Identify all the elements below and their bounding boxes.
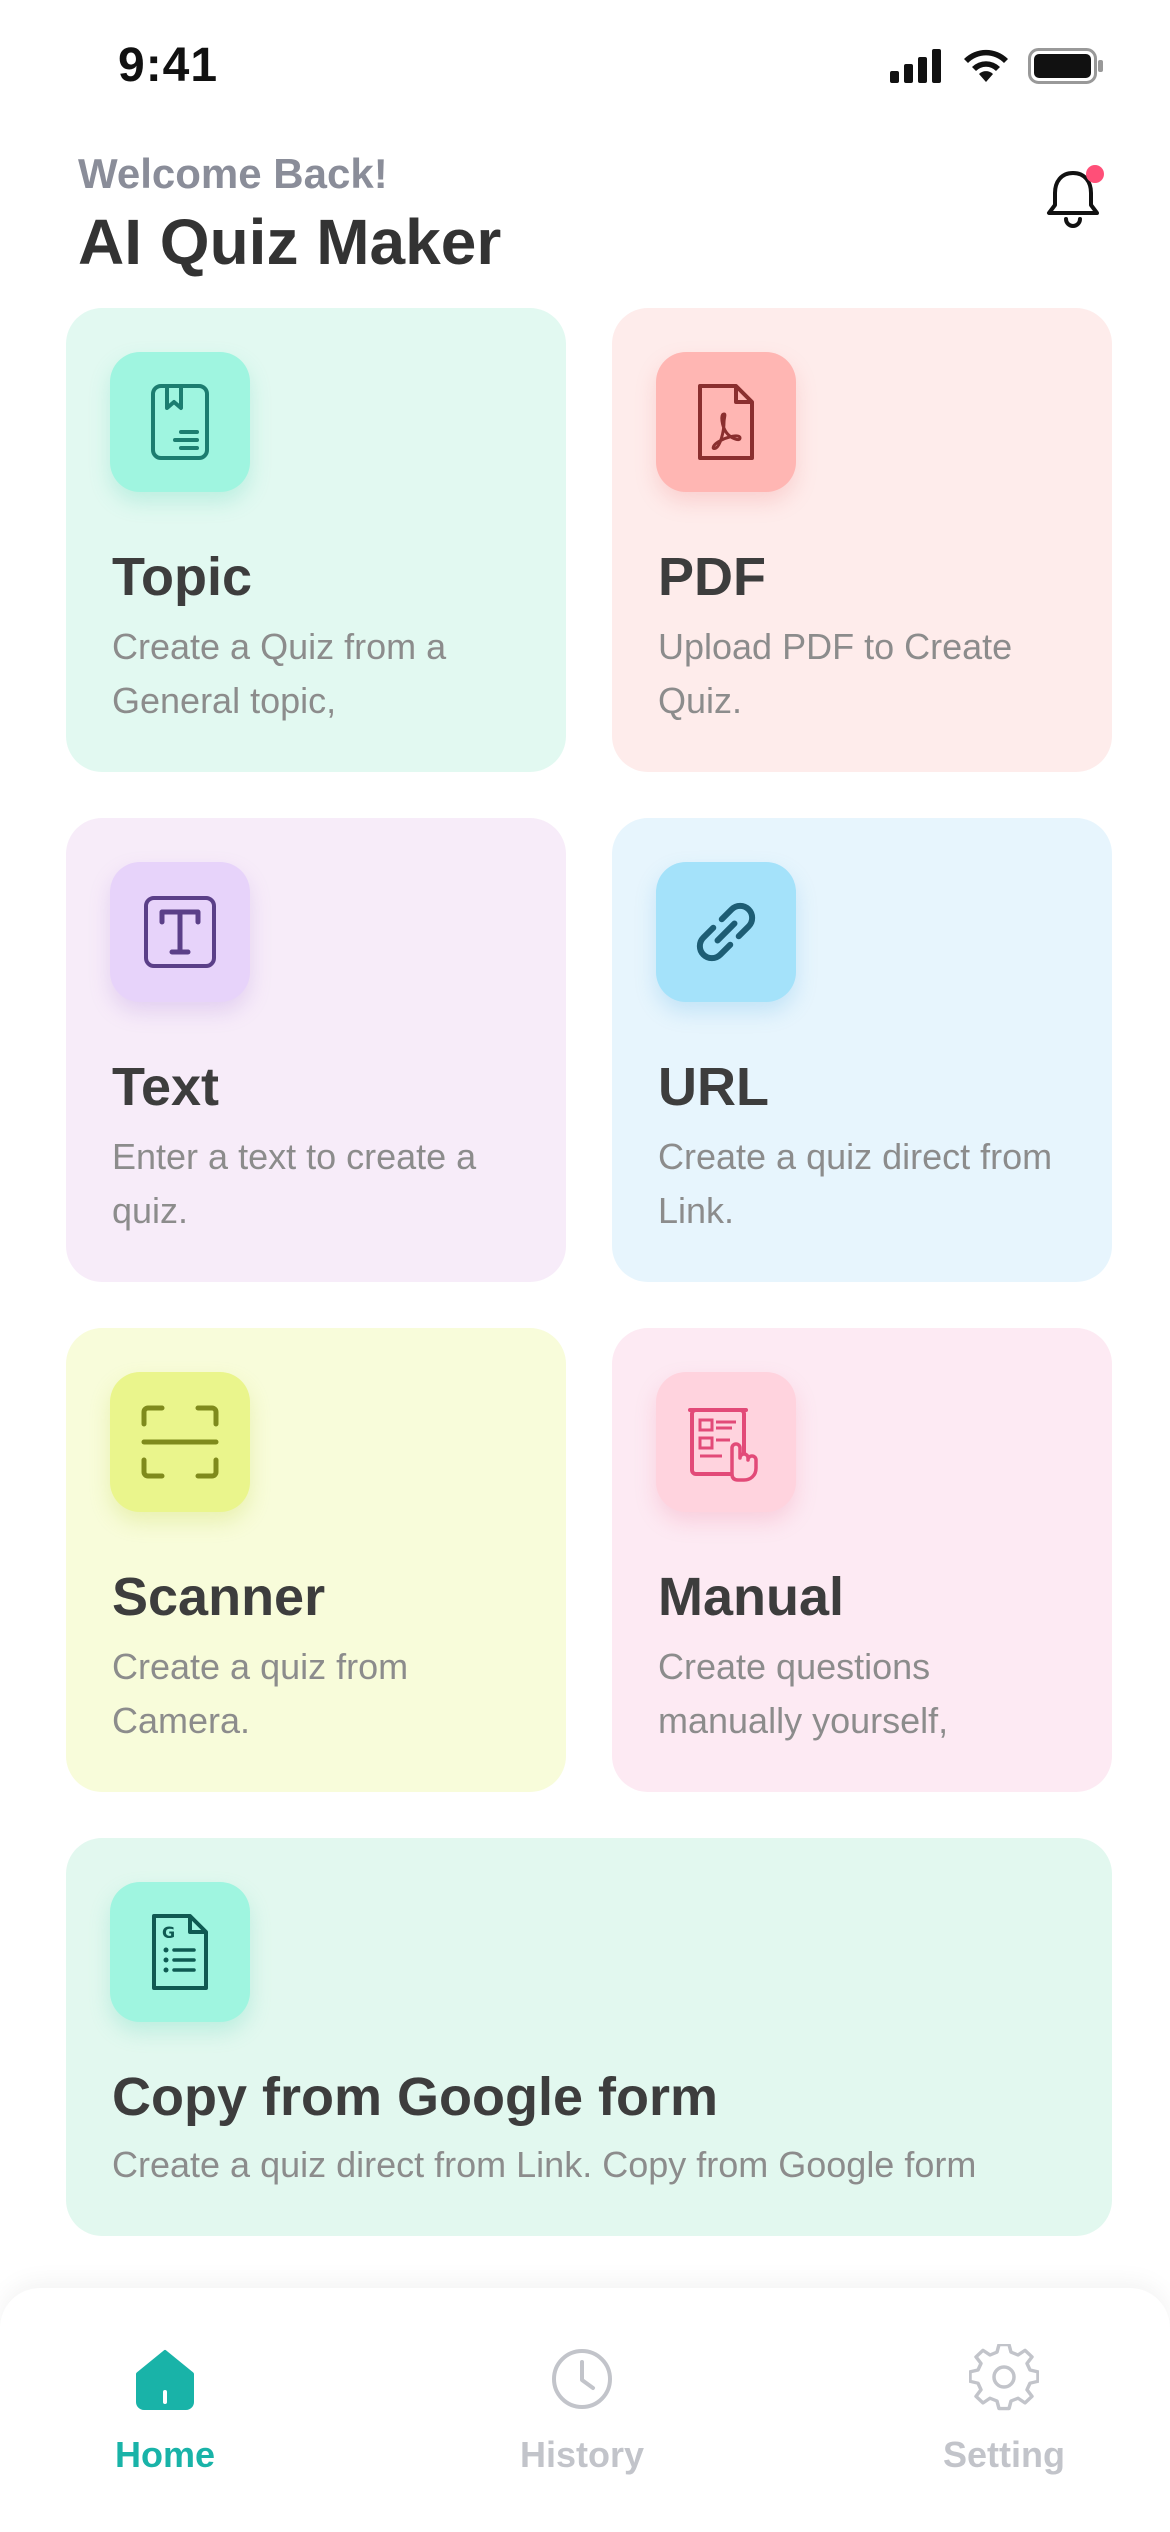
text-description: Enter a text to create a quiz. [112, 1136, 477, 1231]
text-icon-box [110, 862, 250, 1002]
scan-frame-icon [141, 1405, 219, 1479]
notification-button[interactable] [1042, 165, 1104, 231]
manual-icon-box [656, 1372, 796, 1512]
home-icon [136, 2350, 194, 2410]
url-icon-box [656, 862, 796, 1002]
status-icons [890, 48, 1104, 84]
status-bar: 9:41 [0, 0, 1170, 140]
bottom-navigation: Home History Setting [0, 2288, 1170, 2532]
scanner-icon-box [110, 1372, 250, 1512]
svg-text:G: G [162, 1923, 175, 1942]
nav-setting-label: Setting [943, 2434, 1065, 2475]
gear-icon [969, 2344, 1039, 2411]
google-form-icon-box: G [110, 1882, 250, 2022]
pdf-description: Upload PDF to Create Quiz. [658, 626, 1013, 721]
welcome-text: Welcome Back! [78, 150, 388, 197]
scanner-title: Scanner [112, 1567, 326, 1627]
topic-description: Create a Quiz from a General topic, [112, 626, 447, 721]
topic-card[interactable]: Topic Create a Quiz from a General topic… [66, 308, 566, 772]
url-description: Create a quiz direct from Link. [658, 1136, 1053, 1231]
topic-icon-box [110, 352, 250, 492]
pdf-card[interactable]: PDF Upload PDF to Create Quiz. [612, 308, 1112, 772]
nav-history-label: History [519, 2434, 645, 2475]
nav-home-label: Home [114, 2434, 216, 2475]
status-time: 9:41 [118, 39, 219, 92]
text-card[interactable]: Text Enter a text to create a quiz. [66, 818, 566, 1282]
wifi-icon [964, 49, 1008, 82]
nav-setting[interactable]: Setting [894, 2344, 1114, 2494]
text-title: Text [112, 1057, 220, 1117]
manual-card[interactable]: Manual Create questions manually yoursel… [612, 1328, 1112, 1792]
google-form-title: Copy from Google form [112, 2067, 718, 2127]
nav-history[interactable]: History [472, 2344, 692, 2494]
nav-home[interactable]: Home [55, 2344, 275, 2494]
pdf-icon-box [656, 352, 796, 492]
topic-title: Topic [112, 547, 252, 607]
battery-icon [1028, 48, 1103, 84]
manual-title: Manual [658, 1567, 845, 1627]
bookmark-document-icon [151, 384, 209, 460]
url-title: URL [658, 1057, 769, 1117]
manual-document-hand-icon [688, 1408, 758, 1482]
manual-description: Create questions manually yourself, [658, 1646, 949, 1741]
link-icon [696, 902, 756, 962]
google-form-card[interactable]: G Copy from Google form Create a quiz di… [66, 1838, 1112, 2236]
notification-badge [1086, 165, 1104, 183]
text-t-icon [144, 896, 216, 968]
pdf-title: PDF [658, 547, 766, 607]
cellular-signal-icon [890, 49, 941, 83]
scanner-card[interactable]: Scanner Create a quiz from Camera. [66, 1328, 566, 1792]
google-form-document-icon: G [152, 1914, 208, 1990]
google-form-description: Create a quiz direct from Link. Copy fro… [112, 2144, 977, 2185]
page-title: AI Quiz Maker [78, 206, 502, 278]
pdf-file-icon [698, 384, 754, 460]
url-card[interactable]: URL Create a quiz direct from Link. [612, 818, 1112, 1282]
scanner-description: Create a quiz from Camera. [112, 1646, 409, 1741]
clock-icon [552, 2349, 612, 2409]
